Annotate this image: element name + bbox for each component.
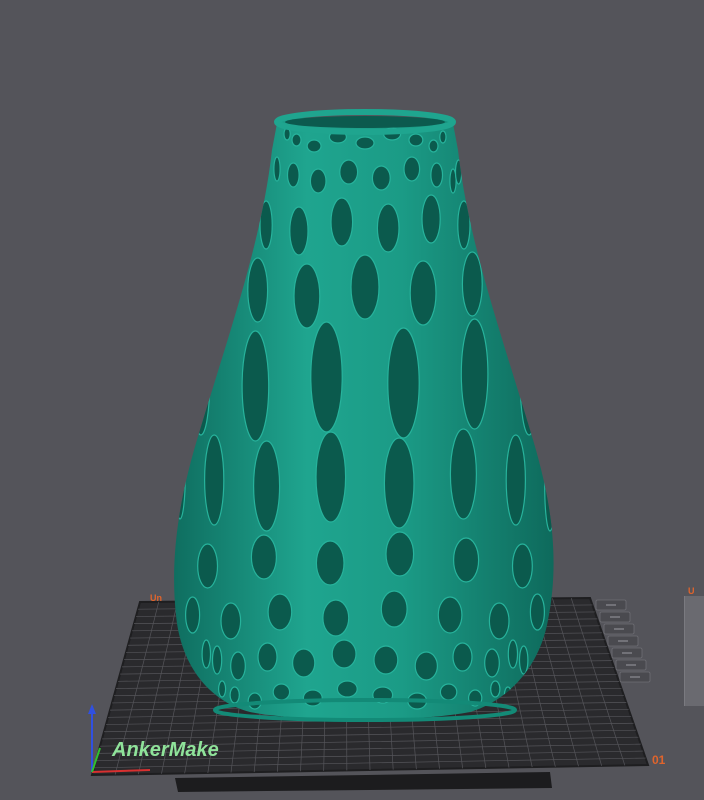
voronoi-hole bbox=[355, 136, 375, 150]
voronoi-hole bbox=[449, 428, 477, 520]
voronoi-hole bbox=[499, 257, 512, 323]
voronoi-hole bbox=[220, 602, 242, 640]
voronoi-hole bbox=[460, 318, 489, 430]
voronoi-hole bbox=[289, 206, 309, 256]
voronoi-hole bbox=[259, 200, 273, 250]
voronoi-hole bbox=[490, 680, 501, 698]
voronoi-hole bbox=[421, 194, 441, 244]
voronoi-hole bbox=[253, 440, 281, 532]
brand-logo: AnkerMake bbox=[111, 739, 219, 761]
3d-viewport[interactable]: AnkerMake 01 Un U bbox=[0, 0, 704, 800]
voronoi-hole bbox=[439, 683, 458, 701]
voronoi-hole bbox=[383, 437, 415, 529]
voronoi-hole bbox=[322, 599, 350, 637]
voronoi-hole bbox=[185, 596, 201, 634]
voronoi-hole bbox=[544, 440, 554, 532]
voronoi-hole bbox=[203, 434, 225, 526]
vase-opening bbox=[285, 116, 445, 128]
voronoi-hole bbox=[310, 321, 343, 433]
voronoi-hole bbox=[174, 428, 186, 520]
voronoi-hole bbox=[315, 431, 347, 523]
voronoi-hole bbox=[385, 531, 415, 577]
voronoi-hole bbox=[336, 680, 358, 698]
voronoi-hole bbox=[519, 324, 539, 436]
voronoi-hole bbox=[241, 330, 270, 442]
voronoi-hole bbox=[371, 165, 391, 191]
voronoi-hole bbox=[302, 689, 323, 707]
voronoi-hole bbox=[454, 159, 463, 185]
voronoi-hole bbox=[452, 642, 473, 672]
voronoi-hole bbox=[160, 538, 173, 582]
plate-number[interactable]: 01 bbox=[652, 753, 666, 767]
voronoi-hole bbox=[505, 434, 526, 526]
voronoi-hole bbox=[197, 543, 219, 589]
voronoi-hole bbox=[518, 645, 529, 675]
voronoi-hole bbox=[250, 534, 277, 580]
voronoi-hole bbox=[272, 683, 291, 701]
voronoi-hole bbox=[331, 639, 357, 669]
voronoi-hole bbox=[477, 206, 487, 256]
voronoi-hole bbox=[339, 159, 359, 185]
plate-name-label[interactable]: Un bbox=[150, 593, 162, 603]
voronoi-hole bbox=[257, 642, 278, 672]
voronoi-hole bbox=[409, 260, 437, 326]
voronoi-hole bbox=[484, 648, 500, 678]
voronoi-hole bbox=[380, 590, 408, 628]
z-axis-arrow bbox=[88, 704, 96, 714]
voronoi-hole bbox=[414, 651, 438, 681]
voronoi-hole bbox=[218, 680, 227, 698]
plate-handle bbox=[175, 772, 552, 792]
voronoi-hole bbox=[174, 318, 178, 430]
voronoi-hole bbox=[201, 639, 212, 669]
voronoi-hole bbox=[557, 432, 568, 522]
voronoi-hole bbox=[430, 162, 444, 188]
voronoi-hole bbox=[292, 648, 316, 678]
voronoi-hole bbox=[439, 130, 447, 144]
voronoi-hole bbox=[211, 645, 223, 675]
voronoi-hole bbox=[403, 156, 421, 182]
voronoi-hole bbox=[453, 537, 480, 583]
vase-model[interactable] bbox=[140, 109, 590, 722]
voronoi-hole bbox=[373, 645, 399, 675]
voronoi-hole bbox=[247, 257, 269, 323]
voronoi-hole bbox=[243, 194, 253, 244]
voronoi-hole bbox=[273, 156, 281, 182]
voronoi-hole bbox=[191, 324, 211, 436]
voronoi-hole bbox=[315, 540, 345, 586]
voronoi-hole bbox=[580, 541, 590, 585]
voronoi-hole bbox=[286, 162, 300, 188]
voronoi-hole bbox=[267, 593, 293, 631]
voronoi-hole bbox=[140, 532, 150, 576]
voronoi-hole bbox=[293, 263, 321, 329]
voronoi-hole bbox=[387, 327, 420, 439]
voronoi-hole bbox=[461, 251, 483, 317]
voronoi-hole bbox=[291, 133, 302, 147]
next-plate-preview[interactable] bbox=[684, 596, 704, 706]
voronoi-hole bbox=[557, 535, 570, 579]
voronoi-hole bbox=[488, 602, 510, 640]
voronoi-hole bbox=[552, 330, 554, 442]
voronoi-hole bbox=[218, 251, 231, 317]
voronoi-hole bbox=[511, 263, 523, 329]
voronoi-hole bbox=[511, 543, 533, 589]
voronoi-hole bbox=[306, 139, 322, 153]
voronoi-hole bbox=[330, 197, 354, 247]
voronoi-hole bbox=[428, 139, 439, 153]
voronoi-hole bbox=[229, 686, 240, 704]
voronoi-hole bbox=[408, 133, 424, 147]
voronoi-hole bbox=[309, 168, 327, 194]
next-plate-name-label[interactable]: U bbox=[688, 586, 695, 596]
voronoi-hole bbox=[529, 593, 546, 631]
voronoi-hole bbox=[350, 254, 380, 320]
scene-canvas[interactable]: AnkerMake 01 Un U bbox=[0, 0, 704, 800]
voronoi-hole bbox=[507, 639, 519, 669]
voronoi-hole bbox=[437, 596, 463, 634]
voronoi-hole bbox=[376, 203, 400, 253]
voronoi-hole bbox=[457, 200, 471, 250]
voronoi-hole bbox=[230, 651, 246, 681]
